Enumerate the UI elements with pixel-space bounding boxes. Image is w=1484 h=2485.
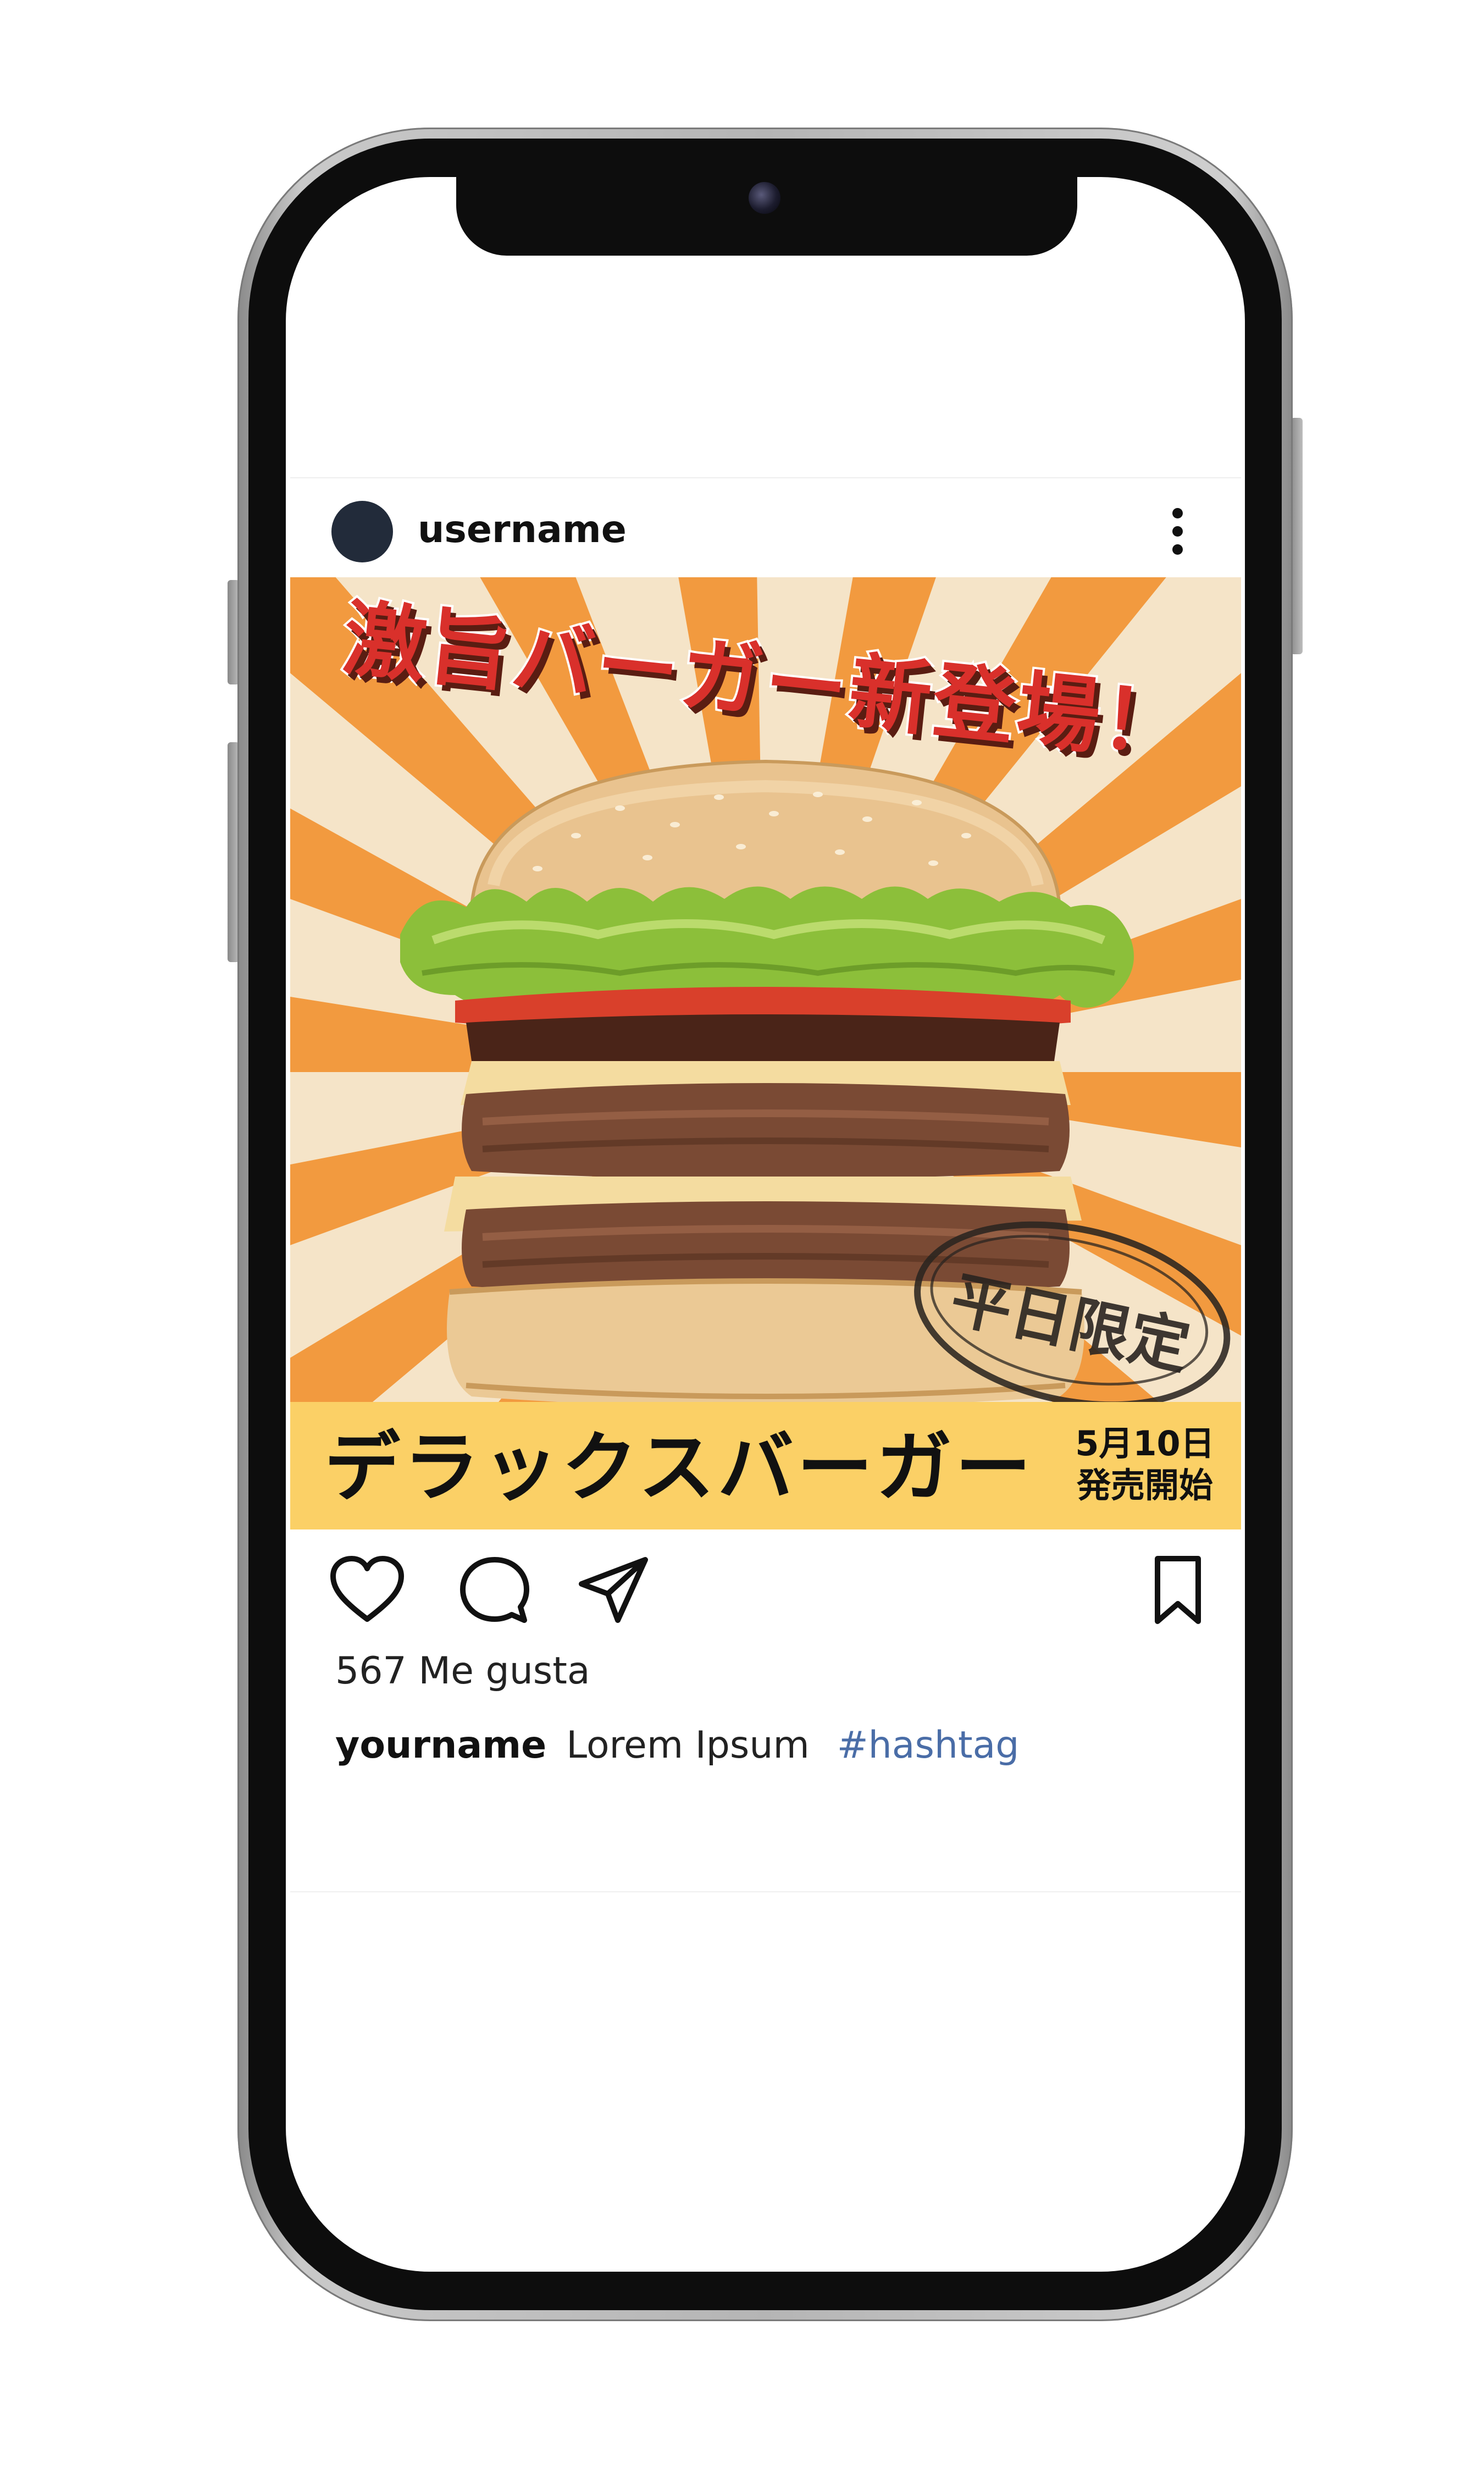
instagram-post: username 激旨バーガー新登場！ 平日限定 デラックスバーガー 5月10日… — [290, 477, 1241, 1892]
release-label: 発売開始 — [1076, 1465, 1213, 1505]
caption-text: Lorem Ipsum — [566, 1724, 810, 1767]
heart-icon[interactable] — [329, 1554, 406, 1626]
release-date: 5月10日 — [1075, 1423, 1215, 1464]
caption-hashtag[interactable]: #hashtag — [837, 1724, 1020, 1767]
bookmark-icon[interactable] — [1148, 1554, 1208, 1626]
patty-top — [462, 1083, 1070, 1179]
comment-icon[interactable] — [456, 1554, 533, 1626]
product-name: デラックスバーガー — [324, 1423, 1034, 1512]
post-username[interactable]: username — [418, 502, 627, 557]
post-header: username — [290, 478, 1241, 577]
send-icon[interactable] — [576, 1554, 653, 1626]
post-image[interactable]: 激旨バーガー新登場！ 平日限定 デラックスバーガー 5月10日 発売開始 — [290, 577, 1241, 1529]
product-banner: デラックスバーガー 5月10日 発売開始 — [290, 1402, 1241, 1529]
stage: username 激旨バーガー新登場！ 平日限定 デラックスバーガー 5月10日… — [0, 0, 1484, 2485]
front-camera — [749, 182, 780, 214]
post-caption: yourname Lorem Ipsum #hashtag — [335, 1721, 1019, 1770]
likes-count[interactable]: 567 Me gusta — [335, 1647, 590, 1696]
caption-username[interactable]: yourname — [335, 1724, 546, 1767]
release-info: 5月10日 発売開始 — [1065, 1423, 1225, 1506]
post-actions — [290, 1529, 1241, 1639]
more-vertical-icon[interactable] — [1167, 504, 1189, 559]
avatar[interactable] — [331, 501, 393, 562]
